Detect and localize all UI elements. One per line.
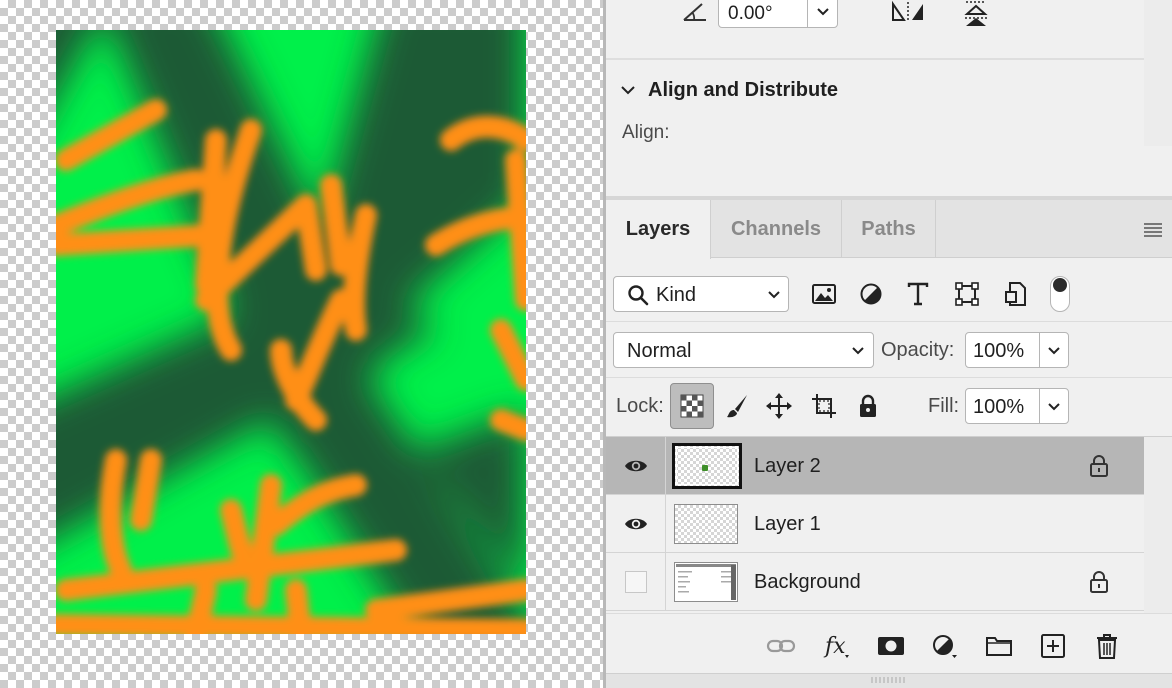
angle-field[interactable]: 0.00° [718, 0, 838, 28]
tab-layers[interactable]: Layers [606, 200, 711, 259]
image-icon[interactable] [810, 280, 838, 308]
field-divider [1039, 333, 1040, 367]
fill-label: Fill: [928, 395, 960, 417]
fill-field[interactable]: 100% [965, 388, 1069, 424]
move-icon[interactable] [765, 392, 793, 420]
fill-value[interactable]: 100% [973, 396, 1024, 419]
folder-icon[interactable] [984, 632, 1014, 660]
flip-horizontal-icon[interactable] [889, 0, 927, 24]
chevron-down-icon[interactable] [811, 1, 835, 23]
lock-icon [1088, 570, 1110, 594]
field-divider [807, 0, 808, 27]
resize-grip-icon[interactable] [870, 676, 908, 684]
properties-scrollbar[interactable] [1144, 0, 1172, 146]
blend-mode-select[interactable]: Normal [613, 332, 874, 368]
layer-name[interactable]: Layer 1 [754, 513, 821, 536]
layers-footer-toolbar: fx [606, 613, 1172, 673]
smart-object-icon[interactable] [1002, 280, 1030, 308]
lock-transparent-pixels-button[interactable] [670, 383, 714, 429]
layer-thumbnail[interactable] [674, 562, 738, 602]
layer-name[interactable]: Layer 2 [754, 455, 821, 478]
chevron-down-icon [764, 285, 784, 305]
eye-icon[interactable] [623, 454, 649, 478]
type-icon[interactable] [904, 280, 932, 308]
panel-menu-icon[interactable] [1142, 220, 1164, 238]
opacity-value[interactable]: 100% [973, 340, 1024, 363]
artboard-icon[interactable] [810, 392, 838, 420]
filter-kind-select[interactable]: Kind [613, 276, 789, 312]
blend-mode-value: Normal [627, 340, 692, 362]
chevron-down-icon [848, 341, 868, 361]
opacity-field[interactable]: 100% [965, 332, 1069, 368]
flip-vertical-icon[interactable] [960, 0, 992, 28]
adjustment-layer-icon[interactable] [930, 632, 960, 660]
toggle-knob [1053, 278, 1067, 292]
field-divider [1039, 389, 1040, 423]
lock-label: Lock: [616, 395, 664, 417]
angle-value[interactable]: 0.00° [728, 3, 773, 25]
right-panel: 0.00° Align and Distribute Align: Layers… [606, 0, 1172, 688]
visibility-cell[interactable] [606, 437, 666, 494]
artwork-image [56, 30, 526, 634]
filter-kind-label: Kind [656, 284, 697, 306]
chevron-down-icon[interactable] [619, 82, 637, 98]
visibility-cell[interactable] [606, 495, 666, 552]
lock-icon [1088, 454, 1110, 478]
panel-tab-bar: Layers Channels Paths [606, 200, 1172, 259]
opacity-label: Opacity: [881, 339, 955, 361]
layers-panel: Layers Channels Paths Kind Normal Opacit… [606, 200, 1172, 688]
search-icon [626, 283, 650, 307]
properties-panel: 0.00° Align and Distribute Align: [606, 0, 1172, 200]
trash-icon[interactable] [1092, 632, 1122, 660]
visibility-cell[interactable] [606, 553, 666, 610]
chevron-down-icon[interactable] [1044, 397, 1064, 417]
layer-thumbnail[interactable] [672, 443, 742, 489]
lock-icon[interactable] [854, 392, 882, 420]
layer-row[interactable]: Layer 1 [606, 495, 1144, 553]
layer-thumbnail[interactable] [674, 504, 738, 544]
layer-row[interactable]: Background [606, 553, 1144, 611]
row-separator [606, 321, 1172, 322]
layer-row[interactable]: Layer 2 [606, 437, 1144, 495]
document-canvas[interactable] [0, 0, 603, 688]
shape-icon[interactable] [953, 280, 981, 308]
align-distribute-title[interactable]: Align and Distribute [648, 79, 838, 102]
mask-icon[interactable] [876, 632, 906, 660]
fx-icon[interactable]: fx [822, 632, 852, 660]
layers-scrollbar[interactable] [1144, 437, 1172, 613]
new-layer-icon[interactable] [1038, 632, 1068, 660]
link-icon[interactable] [766, 632, 796, 660]
brush-icon[interactable] [723, 392, 751, 420]
layer-list: Layer 2 Layer 1 Background [606, 437, 1144, 613]
tab-paths[interactable]: Paths [842, 200, 936, 258]
visibility-toggle-off[interactable] [625, 571, 647, 593]
row-separator [606, 377, 1172, 378]
thumbnail-content [702, 465, 708, 471]
filter-toggle[interactable] [1050, 276, 1070, 312]
angle-icon [680, 0, 710, 24]
align-label: Align: [622, 122, 670, 143]
chevron-down-icon[interactable] [1044, 341, 1064, 361]
adjustment-icon[interactable] [857, 280, 885, 308]
eye-icon[interactable] [623, 512, 649, 536]
layer-name[interactable]: Background [754, 571, 861, 594]
svg-text:fx: fx [823, 634, 846, 659]
section-separator [606, 58, 1144, 60]
tab-channels[interactable]: Channels [711, 200, 842, 258]
